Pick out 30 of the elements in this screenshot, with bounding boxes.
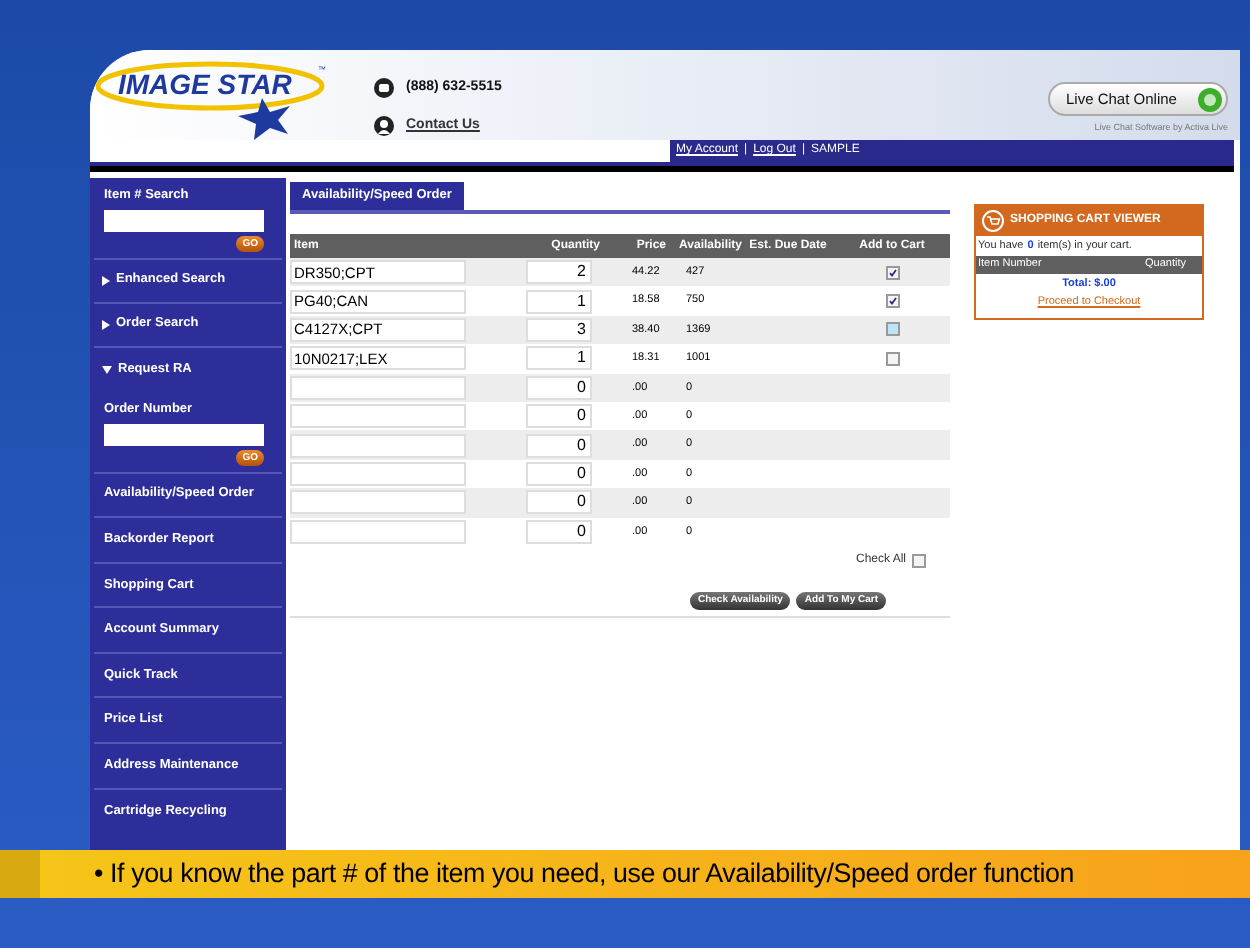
caret-icon bbox=[102, 319, 110, 330]
item-field[interactable] bbox=[290, 519, 466, 544]
check-all-checkbox[interactable] bbox=[912, 553, 926, 568]
search-field[interactable] bbox=[104, 209, 264, 232]
quantity-field[interactable]: 0 bbox=[526, 375, 592, 400]
caret-icon bbox=[102, 365, 112, 374]
item-field[interactable] bbox=[290, 404, 466, 429]
phone-icon bbox=[374, 78, 394, 99]
caret-icon bbox=[102, 275, 110, 286]
cart-icon bbox=[982, 210, 1004, 232]
quantity-field[interactable]: 3 bbox=[526, 317, 592, 342]
item-field[interactable] bbox=[290, 461, 466, 486]
quantity-field[interactable]: 0 bbox=[526, 404, 592, 429]
quantity-field[interactable]: 0 bbox=[526, 433, 592, 458]
banner-text: • If you know the part # of the item you need, use our Availability/Speed order function bbox=[94, 855, 1075, 892]
add-to-cart-checkbox[interactable] bbox=[885, 294, 899, 309]
add-to-cart-checkbox[interactable] bbox=[885, 265, 899, 280]
quantity-field[interactable]: 0 bbox=[526, 461, 592, 486]
item-field[interactable] bbox=[290, 433, 466, 458]
quantity-field[interactable]: 0 bbox=[526, 490, 592, 515]
quantity-field[interactable]: 2 bbox=[526, 260, 592, 285]
search-field[interactable] bbox=[104, 423, 264, 445]
logo-text: IMAGE STAR bbox=[118, 68, 292, 100]
item-field[interactable] bbox=[290, 490, 466, 515]
item-field[interactable] bbox=[290, 375, 466, 400]
quantity-field[interactable]: 1 bbox=[526, 346, 592, 371]
add-to-cart-checkbox[interactable] bbox=[885, 351, 899, 366]
quantity-field[interactable]: 1 bbox=[526, 289, 592, 314]
quantity-field[interactable]: 0 bbox=[526, 519, 592, 544]
person-icon bbox=[374, 115, 394, 136]
